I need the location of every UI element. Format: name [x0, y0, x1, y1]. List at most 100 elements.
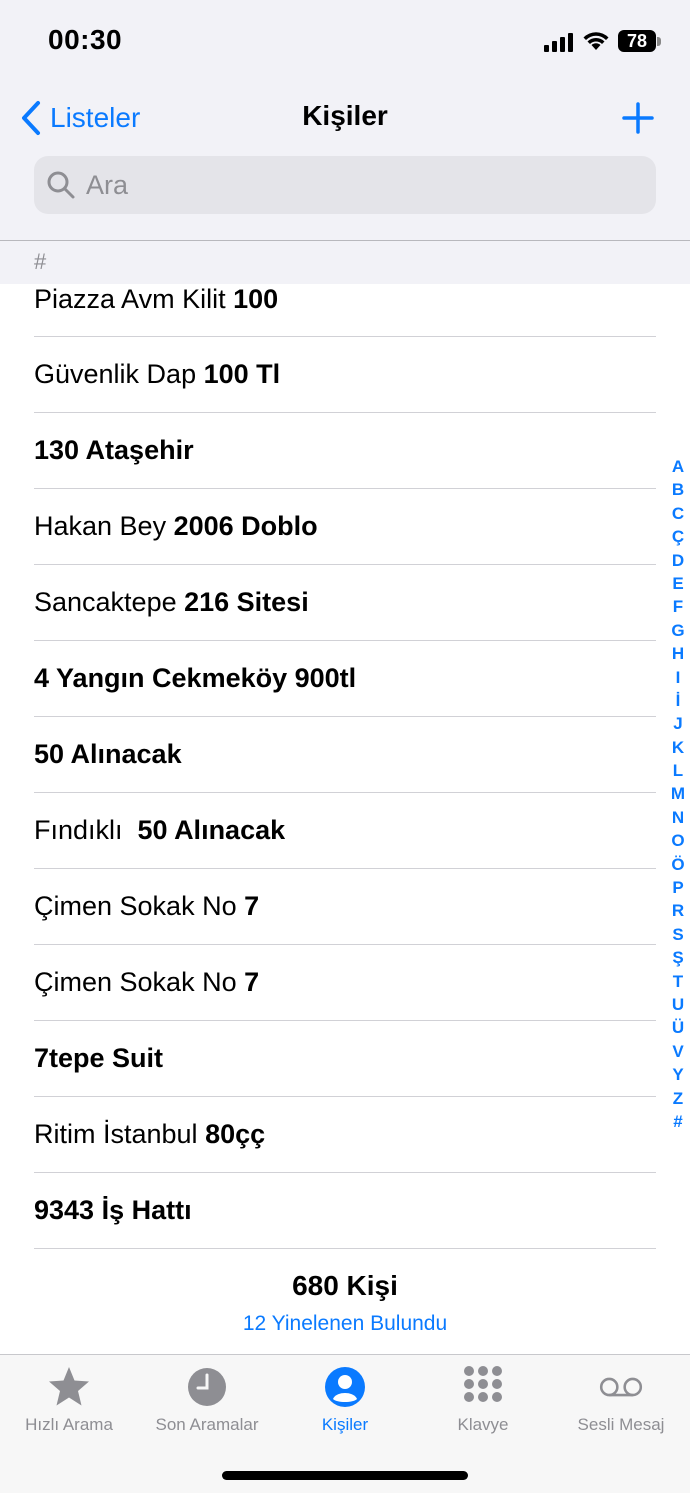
- contact-name-regular: Fındıklı: [34, 815, 138, 845]
- contact-name-regular: Sancaktepe: [34, 587, 185, 617]
- contact-name-bold: 2006 Doblo: [173, 511, 318, 541]
- tab-label: Kişiler: [321, 1415, 369, 1434]
- list-footer: 680 Kişi 12 Yinelenen Bulundu: [0, 1270, 690, 1336]
- contact-row[interactable]: Hakan Bey 2006 Doblo: [0, 489, 690, 565]
- tab-label: Klavye: [457, 1415, 509, 1434]
- index-letter[interactable]: M: [666, 782, 690, 805]
- index-letter[interactable]: V: [666, 1040, 690, 1063]
- contact-name: Güvenlik Dap 100 Tl: [34, 359, 280, 390]
- index-letter[interactable]: E: [666, 572, 690, 595]
- index-letter[interactable]: P: [666, 876, 690, 899]
- tab-favorites[interactable]: Hızlı Arama: [0, 1355, 138, 1445]
- tab-keypad[interactable]: Klavye: [414, 1355, 552, 1445]
- index-letter[interactable]: G: [666, 619, 690, 642]
- index-letter[interactable]: B: [666, 478, 690, 501]
- contact-row[interactable]: 7tepe Suit: [0, 1021, 690, 1097]
- contact-row[interactable]: 4 Yangın Cekmeköy 900tl: [0, 641, 690, 717]
- contact-row[interactable]: Güvenlik Dap 100 Tl: [0, 337, 690, 413]
- contact-name-regular: Güvenlik Dap: [34, 359, 204, 389]
- index-letter[interactable]: Ş: [666, 946, 690, 969]
- home-indicator[interactable]: [222, 1471, 468, 1480]
- index-letter[interactable]: I: [666, 666, 690, 689]
- contact-name-bold: 7: [244, 967, 260, 997]
- index-letter[interactable]: H: [666, 642, 690, 665]
- voicemail-icon: [599, 1365, 643, 1409]
- contact-name: Çimen Sokak No 7: [34, 967, 259, 998]
- contact-name-bold: 7: [244, 891, 260, 921]
- add-contact-button[interactable]: [620, 100, 656, 136]
- search-bar[interactable]: [34, 156, 656, 214]
- contact-row[interactable]: 9343 İş Hattı: [0, 1173, 690, 1249]
- contact-name: Piazza Avm Kilit 100: [34, 284, 278, 315]
- contact-row[interactable]: Fındıklı 50 Alınacak: [0, 793, 690, 869]
- index-letter[interactable]: L: [666, 759, 690, 782]
- alphabet-index[interactable]: A B C Ç D E F G H I İ J K L M N O Ö P R S Ş T U Ü V Y Z #: [666, 455, 690, 1133]
- contact-row[interactable]: Sancaktepe 216 Sitesi: [0, 565, 690, 641]
- index-letter[interactable]: Ü: [666, 1016, 690, 1039]
- contact-name: Hakan Bey 2006 Doblo: [34, 511, 318, 542]
- tab-recents[interactable]: Son Aramalar: [138, 1355, 276, 1445]
- contact-row[interactable]: 50 Alınacak: [0, 717, 690, 793]
- contact-row[interactable]: 130 Ataşehir: [0, 413, 690, 489]
- contact-name: Ritim İstanbul 80çç: [34, 1119, 265, 1150]
- duplicates-link[interactable]: 12 Yinelenen Bulundu: [0, 1312, 690, 1336]
- index-letter[interactable]: J: [666, 712, 690, 735]
- index-letter[interactable]: Y: [666, 1063, 690, 1086]
- battery-cap: [657, 37, 661, 46]
- index-letter[interactable]: Ç: [666, 525, 690, 548]
- index-letter[interactable]: İ: [666, 689, 690, 712]
- index-letter[interactable]: R: [666, 899, 690, 922]
- index-letter[interactable]: Z: [666, 1087, 690, 1110]
- index-letter[interactable]: S: [666, 923, 690, 946]
- index-letter[interactable]: K: [666, 736, 690, 759]
- wifi-icon: [583, 32, 609, 50]
- index-letter[interactable]: D: [666, 549, 690, 572]
- index-letter[interactable]: F: [666, 595, 690, 618]
- contact-name-bold: 80çç: [205, 1119, 266, 1149]
- clock-icon: [185, 1365, 229, 1409]
- status-bar: 00:30 78: [0, 0, 690, 84]
- tab-label: Hızlı Arama: [25, 1415, 113, 1434]
- tab-contacts[interactable]: Kişiler: [276, 1355, 414, 1445]
- contact-name-regular: Hakan Bey: [34, 511, 174, 541]
- contact-name: 7tepe Suit: [34, 1043, 163, 1074]
- status-time: 00:30: [48, 24, 123, 55]
- contact-row[interactable]: Çimen Sokak No 7: [0, 945, 690, 1021]
- index-letter[interactable]: U: [666, 993, 690, 1016]
- index-letter[interactable]: O: [666, 829, 690, 852]
- navigation-bar: Listeler Kişiler: [0, 88, 690, 148]
- index-letter[interactable]: N: [666, 806, 690, 829]
- contact-row[interactable]: Piazza Avm Kilit 100: [0, 284, 690, 337]
- contact-name-bold: 50 Alınacak: [137, 815, 286, 845]
- section-header: #: [0, 240, 690, 284]
- contact-name-bold: 7tepe Suit: [34, 1043, 164, 1073]
- index-letter[interactable]: T: [666, 970, 690, 993]
- contact-name: 130 Ataşehir: [34, 435, 194, 466]
- contact-name: Sancaktepe 216 Sitesi: [34, 587, 309, 618]
- section-label: #: [34, 249, 47, 274]
- contact-row[interactable]: Çimen Sokak No 7: [0, 869, 690, 945]
- index-letter[interactable]: Ö: [666, 853, 690, 876]
- contact-name-bold: 100: [233, 284, 279, 314]
- tab-label: Son Aramalar: [155, 1415, 259, 1434]
- index-letter[interactable]: #: [666, 1110, 690, 1133]
- contact-name-bold: 4 Yangın Cekmeköy 900tl: [34, 663, 357, 693]
- star-icon: [47, 1365, 91, 1409]
- index-letter[interactable]: A: [666, 455, 690, 478]
- contact-name: 9343 İş Hattı: [34, 1195, 192, 1226]
- contact-name: 4 Yangın Cekmeköy 900tl: [34, 663, 356, 694]
- contact-name: 50 Alınacak: [34, 739, 182, 770]
- tab-voicemail[interactable]: Sesli Mesaj: [552, 1355, 690, 1445]
- contact-name: Fındıklı 50 Alınacak: [34, 815, 285, 846]
- row-separator: [34, 1248, 656, 1249]
- contact-name-bold: 9343 İş Hattı: [34, 1195, 192, 1225]
- search-input[interactable]: [86, 169, 626, 201]
- contact-name-bold: 50 Alınacak: [34, 739, 182, 769]
- index-letter[interactable]: C: [666, 502, 690, 525]
- person-circle-icon: [323, 1365, 367, 1409]
- contact-name-bold: 216 Sitesi: [184, 587, 309, 617]
- page-title: Kişiler: [302, 100, 388, 131]
- contact-row[interactable]: Ritim İstanbul 80çç: [0, 1097, 690, 1173]
- battery-indicator: 78: [618, 30, 656, 52]
- contact-name-bold: 130 Ataşehir: [34, 435, 194, 465]
